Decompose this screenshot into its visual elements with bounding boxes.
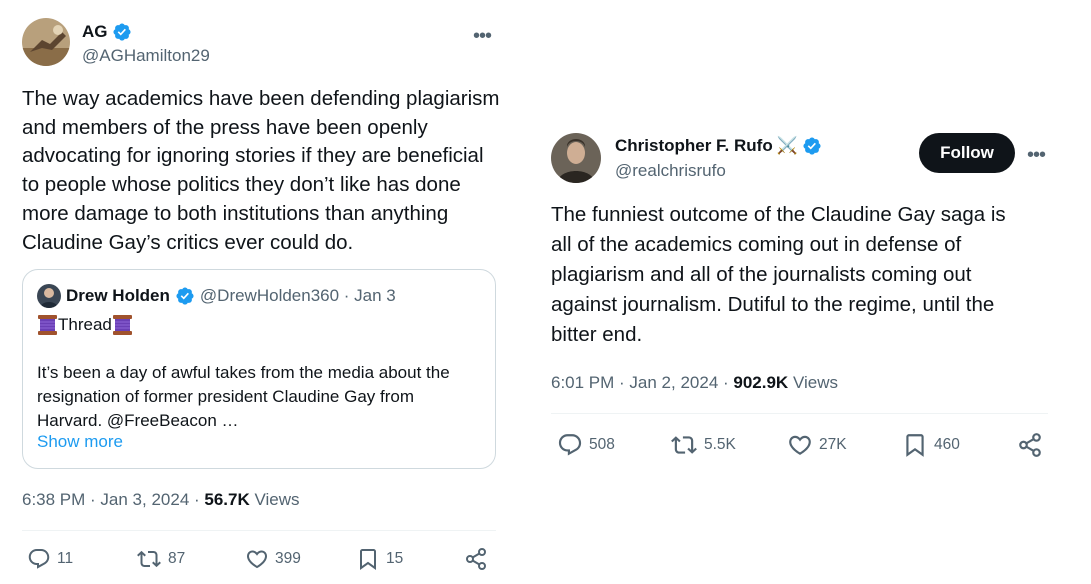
more-horizontal-icon[interactable]: ••• [1027,145,1046,165]
like-count: 27K [819,436,847,453]
share-button[interactable] [464,547,488,571]
tweet-meta: 6:01 PM · Jan 2, 2024 · 902.9K Views [551,373,838,393]
quoted-handle-date: @DrewHolden360 · Jan 3 [199,286,396,305]
handle[interactable]: @realchrisrufo [615,161,726,181]
author-name-row: Christopher F. Rufo ⚔️ [615,136,822,156]
bookmark-icon [360,549,376,570]
views-label: Views [788,373,838,392]
thread-spool-icon [112,314,133,336]
bookmark-icon [906,434,924,457]
views-label: Views [249,490,300,509]
verified-badge-icon [112,22,132,42]
crossed-swords-icon: ⚔️ [776,136,798,155]
bookmark-button[interactable]: 15 [356,547,403,571]
display-name[interactable]: AG [82,22,108,42]
verified-badge-icon [175,286,195,306]
reply-button[interactable]: 508 [557,432,615,458]
tweet-meta: 6:38 PM · Jan 3, 2024 · 56.7K Views [22,490,300,510]
more-horizontal-icon[interactable]: ••• [473,26,492,46]
share-button[interactable] [1017,432,1043,458]
repost-icon [671,436,697,454]
reply-button[interactable]: 11 [27,547,73,571]
follow-button[interactable]: Follow [919,133,1015,173]
like-button[interactable]: 27K [787,432,847,458]
views-count: 902.9K [733,373,789,392]
thread-label: Thread [37,314,133,336]
views-count: 56.7K [204,490,250,509]
bookmark-count: 15 [386,550,404,567]
display-name[interactable]: Christopher F. Rufo [615,136,773,156]
thread-spool-icon [37,314,58,336]
repost-button[interactable]: 87 [136,547,185,571]
reply-count: 508 [589,436,615,453]
reply-icon [28,549,50,569]
like-button[interactable]: 399 [245,547,301,571]
bookmark-button[interactable]: 460 [902,432,960,458]
like-count: 399 [275,550,301,567]
quoted-tweet[interactable]: Drew Holden @DrewHolden360 · Jan 3 Threa… [22,269,496,469]
timestamp[interactable]: 6:38 PM · Jan 3, 2024 · [22,490,204,509]
avatar[interactable] [22,18,70,66]
author-name-row: AG [82,22,132,42]
bookmark-count: 460 [934,436,960,453]
share-icon [466,548,486,570]
quoted-header: Drew Holden @DrewHolden360 · Jan 3 [66,286,396,306]
reply-count: 11 [57,550,74,567]
thread-label-text: Thread [58,315,112,334]
heart-icon [246,550,268,569]
divider [22,530,496,531]
avatar[interactable] [551,133,601,183]
share-icon [1019,433,1041,457]
repost-count: 87 [168,550,186,567]
heart-icon [789,435,811,455]
tweet-text: The way academics have been defending pl… [22,87,500,254]
verified-badge-icon [802,136,822,156]
repost-button[interactable]: 5.5K [670,432,736,458]
quoted-avatar [37,284,61,308]
quoted-display-name: Drew Holden [66,286,170,305]
repost-icon [137,550,161,568]
reply-icon [558,434,582,456]
show-more-link[interactable]: Show more [37,432,123,452]
handle[interactable]: @AGHamilton29 [82,46,210,66]
divider [551,413,1048,414]
repost-count: 5.5K [704,436,736,453]
tweet-text: The funniest outcome of the Claudine Gay… [551,203,1006,346]
quoted-text: It’s been a day of awful takes from the … [37,363,450,430]
timestamp[interactable]: 6:01 PM · Jan 2, 2024 · [551,373,733,392]
